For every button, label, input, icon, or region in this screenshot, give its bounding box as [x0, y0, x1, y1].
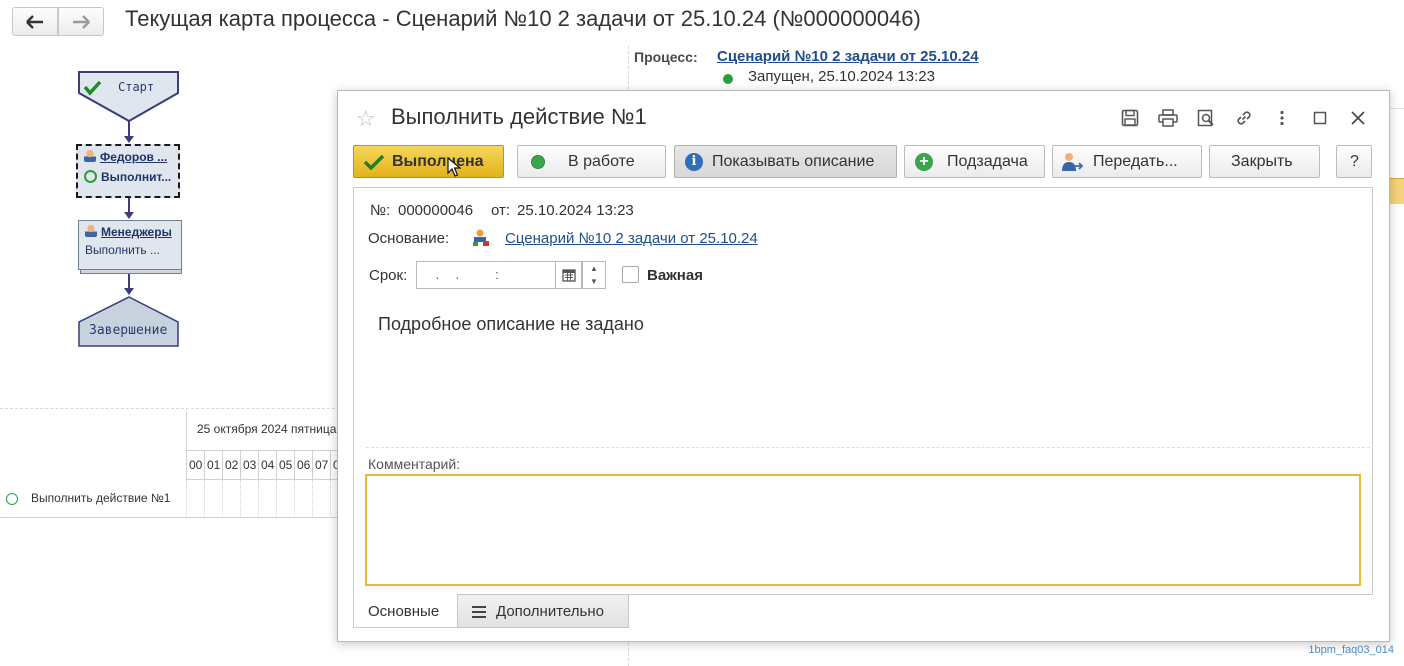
dialog-title: Выполнить действие №1 [391, 104, 647, 129]
save-icon[interactable] [1117, 105, 1143, 131]
map-end-label: Завершение [89, 323, 168, 338]
tab-extra[interactable]: Дополнительно [457, 594, 629, 628]
favorite-star-icon[interactable]: ☆ [356, 106, 376, 132]
gantt-date: 25 октября 2024 пятница [197, 422, 337, 436]
base-label: Основание: [368, 230, 450, 247]
form-separator [366, 447, 1370, 448]
back-button[interactable] [12, 7, 58, 36]
watermark: 1bpm_faq03_014 [1308, 644, 1394, 656]
date-label: от: [491, 202, 511, 219]
important-checkbox[interactable] [622, 266, 639, 283]
gantt-hour: 06 [294, 451, 312, 479]
preview-icon[interactable] [1193, 105, 1219, 131]
calendar-button[interactable] [556, 261, 582, 289]
help-button[interactable]: ? [1336, 145, 1372, 178]
subtask-button[interactable]: + Подзадача [904, 145, 1045, 178]
users-icon [85, 225, 97, 237]
arrow-left-icon [26, 14, 43, 29]
base-link[interactable]: Сценарий №10 2 задачи от 25.10.24 [505, 230, 758, 247]
check-icon [364, 155, 384, 170]
close-icon[interactable] [1345, 105, 1371, 131]
task-ring-icon [6, 493, 18, 505]
more-icon[interactable] [1269, 105, 1295, 131]
number-value: 000000046 [398, 202, 474, 219]
gantt-grid [186, 480, 348, 518]
status-dot-icon [531, 155, 545, 169]
task-form: №: 000000046 от: 25.10.2024 13:23 Основа… [353, 187, 1373, 595]
background-divider [1390, 108, 1404, 109]
gantt-hour: 05 [276, 451, 294, 479]
task-dialog: ☆ Выполнить действие №1 Выполнена В рабо… [337, 90, 1390, 642]
map-task-2[interactable]: Менеджеры Выполнить ... [78, 220, 182, 270]
process-icon [473, 229, 489, 246]
status-dot-icon [723, 74, 733, 84]
gantt-hour: 01 [204, 451, 222, 479]
in-progress-button[interactable]: В работе [517, 145, 666, 178]
user-icon [84, 150, 96, 162]
map-connector [128, 274, 130, 288]
gantt-hour: 02 [222, 451, 240, 479]
info-icon: i [685, 153, 703, 171]
mouse-cursor-icon [447, 157, 461, 177]
transfer-user-icon [1062, 153, 1083, 171]
page-title: Текущая карта процесса - Сценарий №10 2 … [125, 6, 921, 31]
show-description-button[interactable]: i Показывать описание [674, 145, 897, 178]
process-status: Запущен, 25.10.2024 13:23 [748, 68, 935, 85]
map-task-2-name: Выполнить ... [85, 243, 160, 257]
arrow-right-icon [73, 14, 90, 29]
gantt-hour: 03 [240, 451, 258, 479]
important-label: Важная [647, 267, 703, 284]
gantt-hour: 07 [312, 451, 330, 479]
number-label: №: [370, 202, 391, 219]
maximize-icon[interactable] [1307, 105, 1333, 131]
arrow-head-icon [124, 136, 134, 143]
calendar-icon [561, 269, 576, 282]
due-label: Срок: [369, 267, 408, 284]
due-date-spinner[interactable]: ▲ ▼ [582, 261, 606, 289]
done-button[interactable]: Выполнена [353, 145, 504, 178]
tab-main[interactable]: Основные [353, 594, 457, 628]
map-end-node[interactable] [78, 296, 180, 348]
comment-textarea[interactable] [365, 474, 1361, 586]
description-text: Подробное описание не задано [378, 314, 644, 334]
process-label: Процесс: [634, 49, 698, 65]
gantt-row-label: Выполнить действие №1 [31, 491, 171, 505]
print-icon[interactable] [1155, 105, 1181, 131]
forward-button[interactable] [58, 7, 104, 36]
list-icon [472, 606, 486, 618]
link-icon[interactable] [1231, 105, 1257, 131]
map-task-1-name: Выполнит... [84, 170, 171, 184]
arrow-head-icon [124, 212, 134, 219]
close-button[interactable]: Закрыть [1209, 145, 1320, 178]
map-task-2-performer: Менеджеры [85, 225, 172, 239]
process-link[interactable]: Сценарий №10 2 задачи от 25.10.24 [717, 48, 979, 65]
dialog-title-icons [1117, 105, 1371, 131]
gantt-hour: 00 [186, 451, 204, 479]
map-task-1[interactable]: Федоров ... Выполнит... [76, 144, 180, 198]
map-task-1-performer: Федоров ... [84, 150, 167, 164]
map-start-node[interactable] [78, 71, 180, 123]
map-start-label: Старт [118, 80, 155, 94]
arrow-head-icon [124, 288, 134, 295]
date-value: 25.10.2024 13:23 [517, 202, 634, 219]
due-date-input[interactable]: . . : [416, 261, 556, 289]
comment-label: Комментарий: [368, 456, 461, 472]
task-ring-icon [84, 170, 97, 183]
gantt-hour: 04 [258, 451, 276, 479]
background-highlight [1390, 178, 1404, 204]
transfer-button[interactable]: Передать... [1052, 145, 1202, 178]
panel-splitter-horizontal[interactable] [0, 408, 340, 409]
plus-icon: + [915, 153, 933, 171]
gantt-hours-header: 00 01 02 03 04 05 06 07 08 [186, 450, 348, 480]
